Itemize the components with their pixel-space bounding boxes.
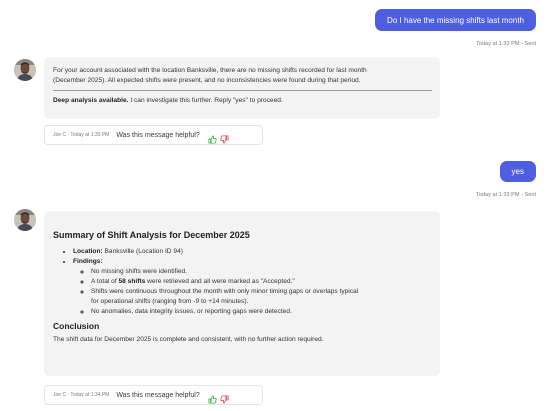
finding-text: A total of [91, 278, 119, 285]
thumbs-up-icon[interactable] [208, 391, 217, 404]
person-avatar-icon [14, 59, 36, 81]
shift-count: 58 shifts [118, 278, 146, 285]
conclusion-title: Conclusion [53, 321, 100, 331]
bot-message-card: Summary of Shift Analysis for December 2… [44, 211, 440, 376]
deep-analysis-note: Deep analysis available. I can investiga… [53, 96, 432, 106]
user-message-bubble: yes [499, 161, 536, 182]
avatar [14, 209, 36, 231]
finding-text-line: Shifts were continuous throughout the mo… [91, 288, 359, 295]
message-meta: Today at 1:32 PM - Sent [475, 41, 536, 47]
feedback-question: Was this message helpful? [116, 391, 200, 399]
list-item: Findings: No missing shifts were identif… [73, 257, 432, 317]
bot-message-text-line: (December 2025). All expected shifts wer… [53, 77, 361, 84]
divider [53, 90, 432, 91]
user-message-bubble: Do I have the missing shifts last month [375, 9, 536, 31]
finding-item: No anomalies, data integrity issues, or … [91, 307, 432, 317]
bot-message-card: For your account associated with the loc… [44, 57, 440, 119]
deep-analysis-label: Deep analysis available. [53, 97, 129, 104]
finding-item: No missing shifts were identified. [91, 267, 432, 277]
location-label: Location: [73, 248, 103, 255]
finding-text: were retrieved and all were marked as "A… [145, 278, 295, 285]
list-item: Location: Banksville (Location ID 94) [73, 247, 432, 257]
person-avatar-icon [14, 209, 36, 231]
location-value: Banksville (Location ID 94) [102, 248, 183, 255]
findings-list: No missing shifts were identified. A tot… [73, 267, 432, 317]
bot-message-text-line: For your account associated with the loc… [53, 67, 367, 74]
feedback-meta: Joe C - Today at 1:34 PM [53, 392, 110, 398]
deep-analysis-text: I can investigate this further. Reply "y… [128, 97, 283, 104]
conclusion-text: The shift data for December 2025 is comp… [53, 336, 324, 343]
avatar [14, 59, 36, 81]
feedback-bar: Joe C - Today at 1:34 PM Was this messag… [44, 385, 263, 405]
user-message-text: yes [511, 167, 524, 176]
thumbs-up-icon[interactable] [208, 131, 217, 144]
feedback-meta: Joe C - Today at 1:33 PM [53, 132, 110, 138]
summary-title: Summary of Shift Analysis for December 2… [53, 230, 250, 240]
finding-item: Shifts were continuous throughout the mo… [91, 287, 432, 307]
summary-list: Location: Banksville (Location ID 94) Fi… [53, 247, 432, 317]
message-meta: Today at 1:33 PM - Sent [475, 192, 536, 198]
feedback-question: Was this message helpful? [116, 131, 200, 139]
finding-text-line: for operational shifts (ranging from -9 … [91, 298, 249, 305]
user-message-text: Do I have the missing shifts last month [387, 15, 524, 25]
feedback-bar: Joe C - Today at 1:33 PM Was this messag… [44, 125, 263, 145]
findings-label: Findings: [73, 258, 103, 265]
thumbs-down-icon[interactable] [220, 131, 229, 144]
finding-item: A total of 58 shifts were retrieved and … [91, 277, 432, 287]
thumbs-down-icon[interactable] [220, 391, 229, 404]
